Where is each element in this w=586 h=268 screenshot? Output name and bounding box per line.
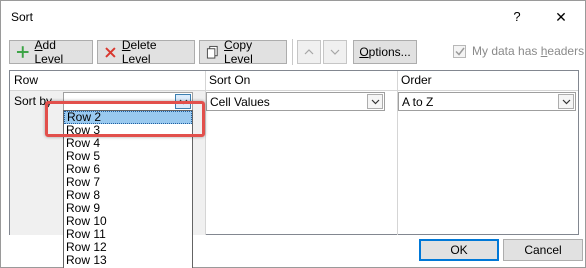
arrow-down-icon bbox=[330, 49, 340, 55]
add-level-label: Add Level bbox=[34, 38, 64, 66]
move-down-button[interactable] bbox=[323, 40, 347, 64]
checkmark-icon bbox=[454, 47, 465, 56]
sort-on-value: Cell Values bbox=[210, 95, 270, 109]
delete-level-label: Delete Level bbox=[121, 38, 157, 66]
highlight-box bbox=[45, 101, 205, 137]
order-value: A to Z bbox=[402, 95, 434, 109]
order-select[interactable]: A to Z bbox=[398, 92, 576, 111]
order-dropdown-button[interactable] bbox=[558, 94, 574, 109]
my-data-has-headers-checkbox[interactable]: My data has headers bbox=[453, 44, 584, 58]
dropdown-option[interactable]: Row 11 bbox=[64, 228, 192, 241]
x-icon bbox=[105, 46, 116, 58]
dropdown-option[interactable]: Row 6 bbox=[64, 163, 192, 176]
copy-level-label: Copy Level bbox=[224, 38, 253, 66]
dropdown-option[interactable]: Row 9 bbox=[64, 202, 192, 215]
cancel-button[interactable]: Cancel bbox=[503, 239, 583, 261]
column-header-order: Order bbox=[397, 71, 578, 90]
sort-on-dropdown-button[interactable] bbox=[367, 94, 383, 109]
delete-level-button[interactable]: Delete Level bbox=[97, 38, 195, 66]
plus-icon bbox=[16, 46, 29, 58]
checkbox-box bbox=[453, 44, 466, 58]
close-button[interactable]: ✕ bbox=[549, 7, 573, 27]
add-level-button[interactable]: Add Level bbox=[9, 38, 93, 66]
options-button[interactable]: Options... bbox=[353, 40, 417, 64]
arrow-up-icon bbox=[304, 49, 314, 55]
chevron-down-icon bbox=[562, 99, 570, 104]
copy-level-button[interactable]: Copy Level bbox=[199, 38, 287, 66]
title-bar: Sort ? ✕ bbox=[1, 1, 585, 33]
dropdown-option[interactable]: Row 13 bbox=[64, 254, 192, 267]
ok-button[interactable]: OK bbox=[419, 239, 499, 261]
dropdown-option[interactable]: Row 10 bbox=[64, 215, 192, 228]
header-divider bbox=[10, 90, 578, 91]
sort-dialog: Sort ? ✕ Add Level Delete Level Copy Lev… bbox=[0, 0, 586, 268]
dropdown-option[interactable]: Row 5 bbox=[64, 150, 192, 163]
options-label: Options... bbox=[359, 45, 411, 59]
dialog-title: Sort bbox=[11, 10, 34, 24]
copy-icon bbox=[206, 45, 218, 59]
chevron-down-icon bbox=[371, 99, 379, 104]
sort-on-select[interactable]: Cell Values bbox=[206, 92, 385, 111]
column-header-row: Row bbox=[10, 71, 205, 90]
dropdown-option[interactable]: Row 12 bbox=[64, 241, 192, 254]
headers-checkbox-label: My data has headers bbox=[472, 44, 585, 58]
dropdown-option[interactable]: Row 8 bbox=[64, 189, 192, 202]
dropdown-option[interactable]: Row 4 bbox=[64, 137, 192, 150]
toolbar-separator bbox=[292, 39, 293, 65]
dropdown-option[interactable]: Row 7 bbox=[64, 176, 192, 189]
move-up-button[interactable] bbox=[297, 40, 321, 64]
help-button[interactable]: ? bbox=[505, 7, 529, 27]
column-header-sort-on: Sort On bbox=[205, 71, 397, 90]
